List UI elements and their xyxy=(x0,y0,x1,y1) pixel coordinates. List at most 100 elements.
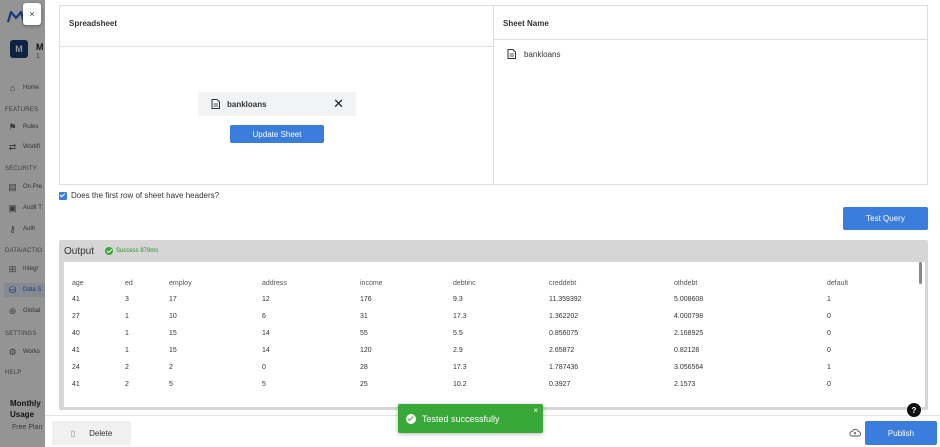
table-header-row: age ed employ address income debtinc cre… xyxy=(64,275,899,291)
table-cell: 31 xyxy=(360,313,368,320)
table-row: 40 1 15 14 55 5.5 0.856075 2.168925 0 xyxy=(64,325,899,342)
table-cell: 1 xyxy=(125,347,129,354)
sheet-name: bankloans xyxy=(524,49,561,59)
table-cell: 3.056564 xyxy=(674,364,704,371)
check-circle-icon xyxy=(406,413,416,424)
success-check-icon xyxy=(105,247,113,255)
table-cell: 0 xyxy=(827,347,831,354)
help-button[interactable]: ? xyxy=(907,403,921,417)
column-header: debtinc xyxy=(453,279,476,287)
column-header: income xyxy=(360,279,383,287)
column-header: ed xyxy=(125,279,133,287)
publish-button[interactable]: Publish xyxy=(865,421,937,445)
table-cell: 0.856075 xyxy=(549,330,579,337)
column-header: address xyxy=(262,279,287,287)
output-table: age ed employ address income debtinc cre… xyxy=(64,275,899,393)
table-cell: 15 xyxy=(169,330,177,337)
table-cell: 1 xyxy=(827,364,831,371)
remove-file-icon[interactable]: ✕ xyxy=(333,96,344,112)
table-row: 27 1 10 6 31 17.3 1.362202 4.000798 0 xyxy=(64,308,899,325)
sheet-selector: Spreadsheet bankloans ✕ Update Sheet She… xyxy=(59,5,928,185)
toast-message: Tested successfully xyxy=(422,413,500,424)
table-cell: 2.1573 xyxy=(674,381,696,388)
table-cell: 0.3927 xyxy=(549,381,571,388)
table-cell: 5.008608 xyxy=(674,296,704,303)
table-cell: 1 xyxy=(827,296,831,303)
table-cell: 4.000798 xyxy=(674,313,704,320)
table-cell: 6 xyxy=(262,313,266,320)
spreadsheet-column: Spreadsheet bankloans ✕ Update Sheet xyxy=(60,6,494,184)
sheet-list-item[interactable]: bankloans xyxy=(507,49,560,59)
document-icon xyxy=(211,99,220,109)
table-cell: 12 xyxy=(262,296,270,303)
table-cell: 25 xyxy=(360,381,368,388)
table-cell: 10 xyxy=(169,313,177,320)
data-source-modal: Spreadsheet bankloans ✕ Update Sheet She… xyxy=(45,0,940,447)
close-modal-button[interactable]: × xyxy=(23,3,41,25)
cloud-icon xyxy=(849,428,861,437)
success-status: Success 879ms xyxy=(105,247,158,255)
table-cell: 2.168925 xyxy=(674,330,704,337)
column-header: othdebt xyxy=(674,279,698,287)
output-panel: Output Success 879ms age ed employ addre… xyxy=(59,240,928,410)
table-cell: 11.359392 xyxy=(549,296,582,303)
table-cell: 28 xyxy=(360,364,368,371)
table-cell: 0 xyxy=(827,330,831,337)
table-cell: 2 xyxy=(125,364,129,371)
trash-icon: ▯ xyxy=(70,428,76,438)
close-icon: × xyxy=(29,9,35,19)
table-cell: 24 xyxy=(72,364,80,371)
uploaded-file-chip: bankloans ✕ xyxy=(198,92,356,116)
column-header: age xyxy=(72,279,84,287)
file-name: bankloans xyxy=(227,99,267,109)
table-cell: 176 xyxy=(360,296,372,303)
column-header: default xyxy=(827,279,849,287)
success-text: Success 879ms xyxy=(116,248,159,254)
delete-label: Delete xyxy=(89,428,113,438)
spreadsheet-header: Spreadsheet xyxy=(60,6,493,47)
table-cell: 15 xyxy=(169,347,177,354)
table-cell: 0 xyxy=(827,313,831,320)
table-cell: 2.9 xyxy=(453,347,463,354)
table-cell: 17.3 xyxy=(453,313,467,320)
table-cell: 14 xyxy=(262,347,270,354)
table-cell: 27 xyxy=(72,313,80,320)
table-cell: 17.3 xyxy=(453,364,467,371)
table-cell: 1.362202 xyxy=(549,313,579,320)
table-row: 41 1 15 14 120 2.9 2.65872 0.82128 0 xyxy=(64,342,899,359)
table-cell: 2.65872 xyxy=(549,347,575,354)
table-cell: 14 xyxy=(262,330,270,337)
table-cell: 5 xyxy=(169,381,173,388)
table-cell: 1 xyxy=(125,313,129,320)
headers-checkbox-label: Does the first row of sheet have headers… xyxy=(71,191,220,200)
table-cell: 5 xyxy=(262,381,266,388)
table-cell: 0 xyxy=(827,381,831,388)
table-cell: 5.5 xyxy=(453,330,463,337)
sheet-name-column: Sheet Name bankloans xyxy=(494,6,927,184)
headers-checkbox[interactable] xyxy=(59,191,67,200)
delete-button[interactable]: ▯ Delete xyxy=(52,421,131,445)
test-query-button[interactable]: Test Query xyxy=(843,207,928,230)
success-toast: Tested successfully × xyxy=(398,404,543,433)
table-cell: 9.3 xyxy=(453,296,463,303)
toast-close-icon[interactable]: × xyxy=(533,406,538,415)
column-header: employ xyxy=(169,279,192,287)
output-title: Output xyxy=(64,246,95,257)
table-cell: 3 xyxy=(125,296,129,303)
table-cell: 40 xyxy=(72,330,80,337)
table-cell: 0.82128 xyxy=(674,347,700,354)
headers-option: Does the first row of sheet have headers… xyxy=(59,191,219,200)
table-cell: 2 xyxy=(169,364,173,371)
table-row: 24 2 2 0 28 17.3 1.787436 3.056564 1 xyxy=(64,359,899,376)
help-icon: ? xyxy=(911,405,917,415)
table-cell: 17 xyxy=(169,296,177,303)
table-scrollbar[interactable] xyxy=(919,262,922,284)
sheet-name-header: Sheet Name xyxy=(494,6,927,40)
table-cell: 1 xyxy=(125,330,129,337)
output-table-container[interactable]: age ed employ address income debtinc cre… xyxy=(64,262,925,407)
table-cell: 41 xyxy=(72,347,80,354)
table-row: 41 3 17 12 176 9.3 11.359392 5.008608 1 xyxy=(64,291,899,308)
table-row: 41 2 5 5 25 10.2 0.3927 2.1573 0 xyxy=(64,376,899,393)
table-cell: 55 xyxy=(360,330,368,337)
update-sheet-button[interactable]: Update Sheet xyxy=(230,125,324,143)
